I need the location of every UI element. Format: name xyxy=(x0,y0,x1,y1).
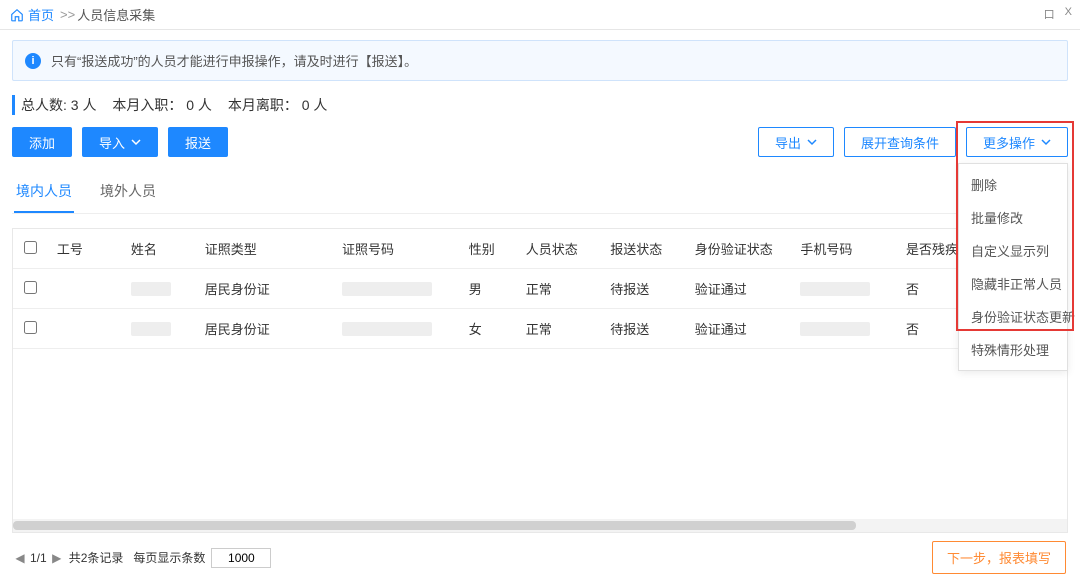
menu-item-refresh-verify[interactable]: 身份验证状态更新 xyxy=(959,300,1067,333)
next-step-label: 下一步，报表填写 xyxy=(947,551,1051,566)
col-header: 报送状态 xyxy=(602,229,686,269)
expand-filter-button[interactable]: 展开查询条件 xyxy=(844,127,956,157)
stats-left-value: 0 人 xyxy=(302,97,328,113)
table-header-row: 工号 姓名 证照类型 证照号码 性别 人员状态 报送状态 身份验证状态 手机号码… xyxy=(13,229,1067,269)
redacted-value xyxy=(342,322,432,336)
stats-row: 总人数: 3 人 本月入职： 0 人 本月离职： 0 人 xyxy=(12,95,1068,115)
menu-item-custom-columns[interactable]: 自定义显示列 xyxy=(959,234,1067,267)
col-header: 工号 xyxy=(49,229,123,269)
redacted-value xyxy=(342,282,432,296)
export-button-label: 导出 xyxy=(775,133,801,152)
info-banner-text: 只有“报送成功”的人员才能进行申报操作，请及时进行【报送】。 xyxy=(51,51,417,70)
col-header: 证照类型 xyxy=(197,229,334,269)
home-icon xyxy=(10,8,24,22)
cell-status: 正常 xyxy=(518,269,602,309)
add-button-label: 添加 xyxy=(29,133,55,152)
stats-total-value: 3 人 xyxy=(71,97,97,113)
redacted-value xyxy=(131,282,171,296)
cell-name xyxy=(123,269,197,309)
more-operations-label: 更多操作 xyxy=(983,133,1035,152)
col-header: 姓名 xyxy=(123,229,197,269)
cell-gender: 女 xyxy=(461,309,518,349)
expand-filter-label: 展开查询条件 xyxy=(861,133,939,152)
data-table: 工号 姓名 证照类型 证照号码 性别 人员状态 报送状态 身份验证状态 手机号码… xyxy=(12,228,1068,519)
stats-total-label: 总人数: xyxy=(21,97,67,113)
page-next-icon[interactable]: ▶ xyxy=(51,550,63,566)
redacted-value xyxy=(800,322,870,336)
cell-name xyxy=(123,309,197,349)
page-size-input[interactable] xyxy=(211,548,271,568)
redacted-value xyxy=(131,322,171,336)
col-header: 手机号码 xyxy=(792,229,898,269)
menu-item-special-case[interactable]: 特殊情形处理 xyxy=(959,333,1067,366)
more-operations-menu: 删除 批量修改 自定义显示列 隐藏非正常人员 身份验证状态更新 特殊情形处理 xyxy=(958,163,1068,371)
add-button[interactable]: 添加 xyxy=(12,127,72,157)
row-checkbox[interactable] xyxy=(24,281,37,294)
col-header: 证照号码 xyxy=(334,229,461,269)
chevron-down-icon xyxy=(131,135,141,150)
col-header: 性别 xyxy=(461,229,518,269)
breadcrumb-current: 人员信息采集 xyxy=(77,5,155,24)
cell-id-type: 居民身份证 xyxy=(197,269,334,309)
page-prev-icon[interactable]: ◀ xyxy=(14,550,26,566)
cell-report: 待报送 xyxy=(602,309,686,349)
select-all-checkbox[interactable] xyxy=(24,241,37,254)
footer-row: ◀ 1/1 ▶ 共2条记录 每页显示条数 下一步，报表填写 xyxy=(12,533,1068,576)
tabs: 境内人员 境外人员 xyxy=(12,173,1068,214)
cell-phone xyxy=(792,269,898,309)
cell-report: 待报送 xyxy=(602,269,686,309)
tab-domestic[interactable]: 境内人员 xyxy=(14,173,74,213)
page-size-label: 每页显示条数 xyxy=(133,549,205,566)
import-button[interactable]: 导入 xyxy=(82,127,158,157)
submit-button[interactable]: 报送 xyxy=(168,127,228,157)
cell-gender: 男 xyxy=(461,269,518,309)
info-icon: i xyxy=(25,53,41,69)
window-restore-icon[interactable]: 口 xyxy=(1044,6,1055,22)
breadcrumb-sep: >> xyxy=(60,7,75,22)
col-header: 人员状态 xyxy=(518,229,602,269)
cell-status: 正常 xyxy=(518,309,602,349)
export-button[interactable]: 导出 xyxy=(758,127,834,157)
cell-verify: 验证通过 xyxy=(687,269,793,309)
window-close-icon[interactable]: X xyxy=(1065,6,1072,22)
record-count: 共2条记录 xyxy=(69,549,124,566)
page-position: 1/1 xyxy=(30,551,47,565)
actions-row: 添加 导入 报送 导出 展开查询条件 更多操作 xyxy=(12,127,1068,157)
col-header: 身份验证状态 xyxy=(687,229,793,269)
chevron-down-icon xyxy=(1041,135,1051,150)
breadcrumb-bar: 首页 >> 人员信息采集 口 X xyxy=(0,0,1080,30)
menu-item-batch-edit[interactable]: 批量修改 xyxy=(959,201,1067,234)
next-step-button[interactable]: 下一步，报表填写 xyxy=(932,541,1066,574)
more-operations-button[interactable]: 更多操作 xyxy=(966,127,1068,157)
cell-verify: 验证通过 xyxy=(687,309,793,349)
cell-phone xyxy=(792,309,898,349)
breadcrumb-home[interactable]: 首页 xyxy=(28,5,54,24)
stats-joined-label: 本月入职： xyxy=(112,97,182,113)
horizontal-scrollbar[interactable] xyxy=(12,519,1068,533)
tab-foreign[interactable]: 境外人员 xyxy=(98,173,158,213)
cell-empno xyxy=(49,269,123,309)
redacted-value xyxy=(800,282,870,296)
stats-left-label: 本月离职： xyxy=(228,97,298,113)
submit-button-label: 报送 xyxy=(185,133,211,152)
table-empty-area xyxy=(13,349,1067,519)
import-button-label: 导入 xyxy=(99,133,125,152)
window-controls: 口 X xyxy=(1044,6,1072,22)
chevron-down-icon xyxy=(807,135,817,150)
stats-joined-value: 0 人 xyxy=(186,97,212,113)
cell-id-no xyxy=(334,309,461,349)
table-row[interactable]: 居民身份证 男 正常 待报送 验证通过 否 否 xyxy=(13,269,1067,309)
cell-empno xyxy=(49,309,123,349)
info-banner: i 只有“报送成功”的人员才能进行申报操作，请及时进行【报送】。 xyxy=(12,40,1068,81)
cell-id-no xyxy=(334,269,461,309)
menu-item-hide-abnormal[interactable]: 隐藏非正常人员 xyxy=(959,267,1067,300)
table-row[interactable]: 居民身份证 女 正常 待报送 验证通过 否 否 xyxy=(13,309,1067,349)
tab-foreign-label: 境外人员 xyxy=(100,183,156,199)
scrollbar-thumb[interactable] xyxy=(13,521,856,530)
menu-item-delete[interactable]: 删除 xyxy=(959,168,1067,201)
cell-id-type: 居民身份证 xyxy=(197,309,334,349)
row-checkbox[interactable] xyxy=(24,321,37,334)
tab-domestic-label: 境内人员 xyxy=(16,183,72,199)
